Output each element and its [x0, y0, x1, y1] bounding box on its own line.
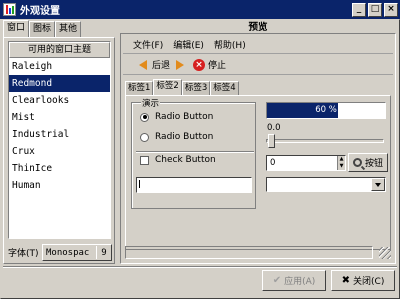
font-row: 字体(T) Monospac 9: [8, 244, 114, 261]
tab-label3[interactable]: 标签3: [181, 81, 211, 96]
font-button[interactable]: Monospac 9: [42, 244, 112, 261]
toolbar: 后退 × 停止: [123, 55, 393, 75]
radio-label-1: Radio Button: [155, 112, 214, 122]
checkbox-indicator: [140, 155, 149, 165]
tab-other[interactable]: 其他: [55, 21, 82, 38]
scale-slider[interactable]: [266, 134, 384, 148]
tab-icons[interactable]: 图标: [29, 21, 56, 38]
progress-text: 60 %: [315, 105, 337, 115]
apply-label: 应用(A): [284, 277, 316, 287]
theme-list-header[interactable]: 可用的窗口主题: [9, 42, 110, 58]
radio-button-1[interactable]: Radio Button: [140, 112, 213, 122]
font-label: 字体(T): [8, 249, 39, 259]
font-name: Monospac: [46, 247, 90, 258]
scale-value: 0.0: [267, 123, 281, 133]
font-size: 9: [101, 247, 107, 258]
tab-window[interactable]: 窗口: [3, 20, 30, 38]
close-window-button[interactable]: ×: [384, 2, 398, 17]
apply-button[interactable]: ✔ 应用(A): [262, 270, 326, 291]
title-bar: 外观设置 _ □ ×: [0, 0, 400, 19]
app-icon: [3, 3, 16, 16]
check-button[interactable]: Check Button: [140, 155, 216, 165]
radio-indicator-on: [140, 112, 149, 122]
menu-help[interactable]: 帮助(H): [214, 38, 246, 51]
theme-item-human[interactable]: Human: [9, 177, 110, 194]
stop-button[interactable]: × 停止: [193, 58, 226, 71]
resize-grip-icon[interactable]: [379, 247, 391, 259]
frame-separator: [136, 151, 254, 153]
close-label: 关闭(C): [353, 277, 385, 287]
menu-bar: 文件(F) 编辑(E) 帮助(H): [123, 36, 393, 54]
search-icon: [352, 158, 362, 167]
maximize-button[interactable]: □: [368, 2, 382, 17]
theme-item-redmond[interactable]: Redmond: [9, 75, 110, 92]
radio-button-2[interactable]: Radio Button: [140, 132, 213, 142]
left-tabs: 窗口 图标 其他: [3, 20, 82, 38]
stop-icon: ×: [193, 58, 206, 71]
search-button[interactable]: 按钮: [348, 153, 388, 172]
search-button-label: 按钮: [364, 159, 383, 169]
forward-button[interactable]: [174, 59, 189, 71]
theme-panel: 可用的窗口主题 Raleigh Redmond Clearlooks Mist …: [3, 37, 115, 264]
spin-arrows-icon[interactable]: ▲ ▼: [337, 156, 345, 170]
radio-indicator-off: [140, 132, 149, 142]
preview-tabs: 标签1 标签2 标签3 标签4: [125, 79, 239, 96]
preview-title: 预览: [248, 22, 268, 33]
status-bar: [123, 245, 393, 261]
theme-item-industrial[interactable]: Industrial: [9, 126, 110, 143]
back-button[interactable]: 后退: [137, 58, 170, 71]
bottom-separator: [3, 266, 397, 268]
theme-item-mist[interactable]: Mist: [9, 109, 110, 126]
theme-item-crux[interactable]: Crux: [9, 143, 110, 160]
close-button[interactable]: ✖ 关闭(C): [331, 270, 395, 291]
radio-label-2: Radio Button: [155, 132, 214, 142]
forward-arrow-icon: [174, 59, 186, 71]
tab-page: 演示 Radio Button Radio Button Check Butto…: [125, 95, 391, 250]
back-label: 后退: [152, 61, 171, 71]
status-cell: [125, 246, 373, 259]
back-arrow-icon: [137, 59, 149, 71]
menu-file[interactable]: 文件(F): [133, 38, 163, 51]
theme-item-thinice[interactable]: ThinIce: [9, 160, 110, 177]
tab-label4[interactable]: 标签4: [210, 81, 239, 96]
close-icon: ✖: [341, 275, 351, 286]
menu-edit[interactable]: 编辑(E): [173, 38, 204, 51]
check-icon: ✔: [272, 275, 282, 286]
check-label: Check Button: [155, 155, 216, 165]
tab-label2[interactable]: 标签2: [153, 79, 182, 96]
window-title: 外观设置: [20, 6, 60, 17]
scale-knob[interactable]: [268, 134, 275, 148]
spin-value: 0: [270, 158, 276, 168]
spin-button[interactable]: 0 ▲ ▼: [266, 155, 346, 171]
demo-frame: 演示 Radio Button Radio Button Check Butto…: [131, 97, 256, 209]
combo-box[interactable]: [266, 177, 386, 192]
demo-frame-label: 演示: [141, 97, 161, 109]
scale-trough: [266, 139, 384, 143]
theme-item-clearlooks[interactable]: Clearlooks: [9, 92, 110, 109]
theme-list[interactable]: 可用的窗口主题 Raleigh Redmond Clearlooks Mist …: [8, 41, 111, 239]
progress-bar: 60 %: [266, 102, 386, 119]
text-entry[interactable]: [136, 177, 252, 193]
stop-label: 停止: [208, 61, 227, 71]
minimize-button[interactable]: _: [352, 2, 366, 17]
theme-item-raleigh[interactable]: Raleigh: [9, 58, 110, 75]
text-caret: [139, 180, 140, 188]
tab-label1[interactable]: 标签1: [125, 81, 154, 96]
chevron-down-icon[interactable]: [371, 178, 385, 191]
preview-frame: 文件(F) 编辑(E) 帮助(H) 后退 × 停止 标签1 标签2 标签3 标签…: [120, 33, 396, 264]
